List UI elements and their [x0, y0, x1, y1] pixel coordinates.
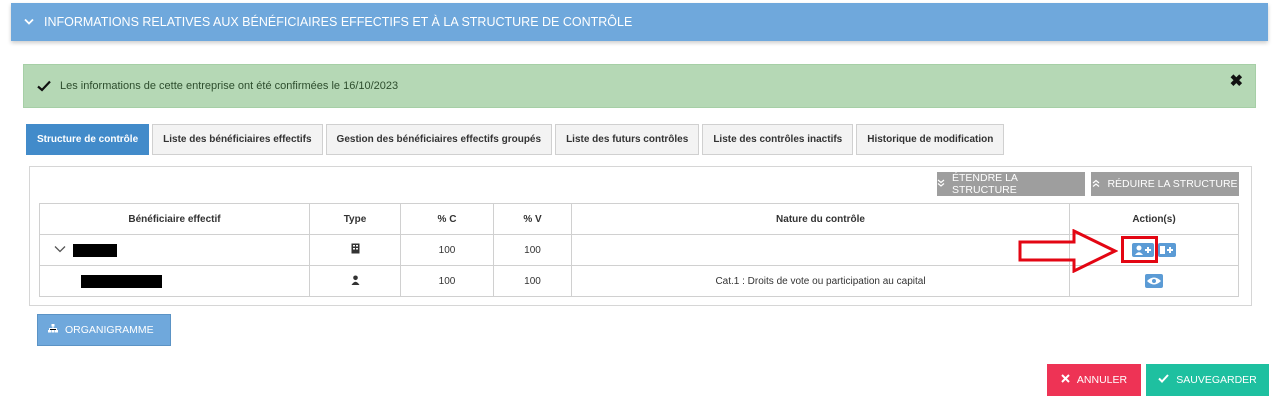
section-title: INFORMATIONS RELATIVES AUX BÉNÉFICIAIRES… — [44, 15, 633, 29]
check-icon — [36, 78, 52, 94]
type-cell — [309, 265, 401, 297]
organigramme-label: ORGANIGRAMME — [65, 324, 154, 336]
reduce-structure-label: RÉDUIRE LA STRUCTURE — [1107, 178, 1238, 190]
tab-liste-beneficiaires[interactable]: Liste des bénéficiaires effectifs — [152, 124, 323, 155]
tab-controles-inactifs[interactable]: Liste des contrôles inactifs — [702, 124, 854, 155]
redacted-name — [72, 243, 117, 257]
tab-futurs-controles[interactable]: Liste des futurs contrôles — [555, 124, 700, 155]
chevron-down-icon — [24, 15, 38, 29]
add-icon — [1160, 246, 1174, 254]
annotation-highlight-box — [1121, 236, 1158, 263]
double-chevron-down-icon — [937, 178, 945, 190]
pct-c-cell: 100 — [400, 265, 494, 297]
col-pct-v[interactable]: % V — [493, 203, 572, 235]
person-icon — [351, 275, 360, 288]
col-nature[interactable]: Nature du contrôle — [571, 203, 1070, 235]
beneficiary-cell — [39, 265, 310, 297]
sitemap-icon — [48, 324, 58, 336]
save-button[interactable]: SAUVEGARDER — [1146, 364, 1269, 396]
view-button[interactable] — [1145, 274, 1163, 288]
pct-v-cell: 100 — [493, 234, 572, 266]
beneficiary-cell — [39, 234, 310, 266]
tab-structure-controle[interactable]: Structure de contrôle — [26, 124, 150, 155]
annotation-arrow-icon — [1018, 229, 1118, 273]
double-chevron-up-icon — [1092, 178, 1100, 190]
tab-bar: Structure de contrôle Liste des bénéfici… — [26, 124, 1007, 155]
nature-cell: Cat.1 : Droits de vote ou participation … — [571, 265, 1070, 297]
cancel-label: ANNULER — [1076, 374, 1128, 386]
type-cell — [309, 234, 401, 266]
nature-cell — [571, 234, 1070, 266]
close-icon — [1061, 374, 1070, 386]
pct-c-cell: 100 — [400, 234, 494, 266]
extend-structure-label: ÉTENDRE LA STRUCTURE — [952, 172, 1018, 196]
tab-historique-modification[interactable]: Historique de modification — [856, 124, 1005, 155]
cancel-button[interactable]: ANNULER — [1047, 364, 1141, 396]
add-button[interactable] — [1158, 243, 1177, 257]
redacted-name — [81, 274, 162, 288]
reduce-structure-button[interactable]: RÉDUIRE LA STRUCTURE — [1091, 172, 1239, 196]
confirmation-alert: Les informations de cette entreprise ont… — [23, 64, 1256, 108]
eye-icon — [1147, 277, 1161, 285]
col-beneficiaire[interactable]: Bénéficiaire effectif — [39, 203, 310, 235]
alert-message: Les informations de cette entreprise ont… — [60, 80, 399, 92]
col-type[interactable]: Type — [309, 203, 401, 235]
col-pct-c[interactable]: % C — [400, 203, 494, 235]
save-label: SAUVEGARDER — [1176, 374, 1257, 386]
expand-chevron-icon[interactable] — [54, 245, 66, 256]
building-icon — [351, 243, 360, 257]
check-icon — [1158, 374, 1169, 386]
extend-structure-button[interactable]: ÉTENDRE LA STRUCTURE — [937, 172, 1085, 196]
close-icon[interactable]: ✖ — [1230, 71, 1243, 91]
section-header[interactable]: INFORMATIONS RELATIVES AUX BÉNÉFICIAIRES… — [11, 3, 1268, 41]
organigramme-button[interactable]: ORGANIGRAMME — [37, 314, 171, 346]
tab-gestion-beneficiaires-groupes[interactable]: Gestion des bénéficiaires effectifs grou… — [325, 124, 553, 155]
pct-v-cell: 100 — [493, 265, 572, 297]
